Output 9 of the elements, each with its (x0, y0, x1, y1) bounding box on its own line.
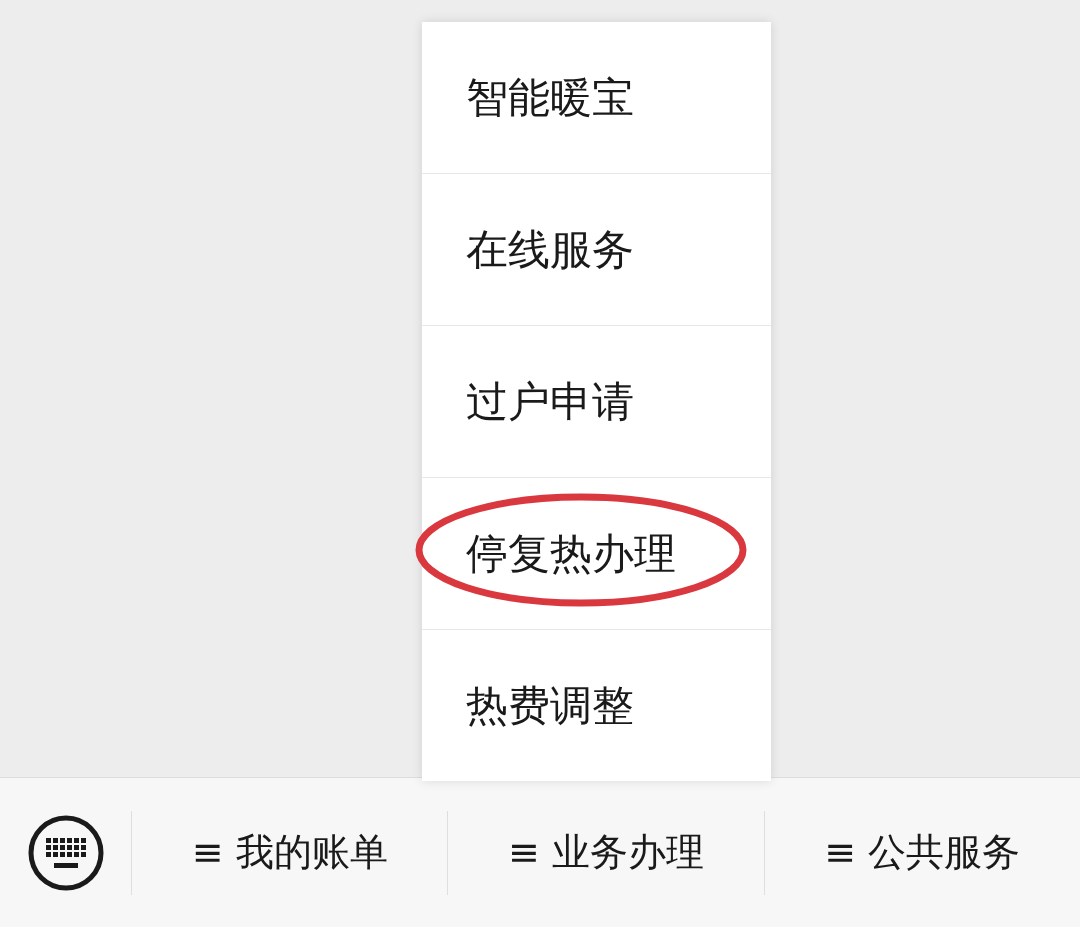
menu-tab[interactable]: ≡ 公共服务 (764, 827, 1080, 879)
menu-item[interactable]: 智能暖宝 (422, 22, 771, 174)
menu-item[interactable]: 停复热办理 (422, 478, 771, 630)
menu-tab[interactable]: ≡ 我的账单 (132, 827, 448, 879)
menu-item[interactable]: 在线服务 (422, 174, 771, 326)
keyboard-icon[interactable] (27, 814, 104, 891)
menu-item[interactable]: 热费调整 (422, 630, 771, 781)
menu-item[interactable]: 过户申请 (422, 326, 771, 478)
menu-tab[interactable]: ≡ 业务办理 (448, 827, 764, 879)
